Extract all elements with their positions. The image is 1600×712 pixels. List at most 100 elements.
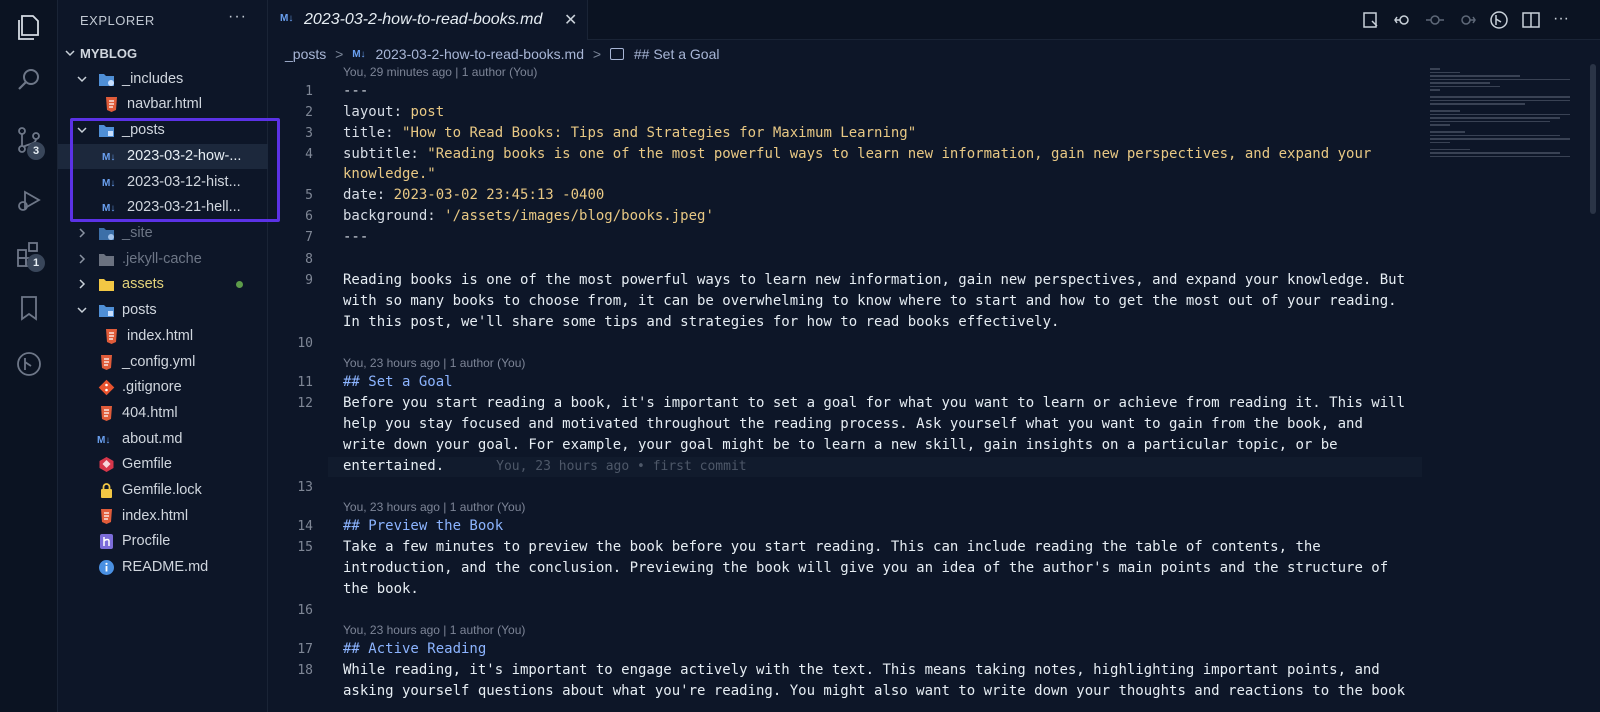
line-number: 2	[305, 105, 313, 120]
minimap-line	[1430, 89, 1440, 91]
open-changes-icon[interactable]	[1361, 10, 1381, 30]
chevron-down-icon	[77, 76, 87, 83]
tab-how-to-read-books[interactable]: M↓ 2023-03-2-how-to-read-books.md ✕	[268, 0, 588, 40]
chevron-right-icon	[79, 228, 86, 238]
breadcrumb-separator: >	[335, 46, 344, 63]
chevron-down-icon	[77, 307, 87, 314]
tree-folder-includes[interactable]: _includes	[58, 67, 268, 92]
git-lens-icon[interactable]	[1489, 10, 1509, 30]
tree-root-myblog[interactable]: MYBLOG	[58, 41, 268, 66]
info-icon	[99, 560, 114, 575]
bookmark-icon[interactable]	[13, 292, 45, 324]
minimap-line	[1430, 141, 1450, 143]
more-editor-actions-button[interactable]: ···	[1553, 10, 1573, 30]
minimap-line	[1430, 71, 1460, 73]
tree-file-post-how-to-read[interactable]: M↓ 2023-03-2-how-...	[58, 144, 268, 169]
lock-icon	[101, 483, 112, 498]
html-file-icon	[106, 97, 117, 112]
chevron-right-icon	[79, 279, 86, 289]
codelens-blame[interactable]: You, 23 hours ago | 1 author (You)	[343, 356, 525, 370]
git-file-icon	[98, 379, 115, 396]
line-number: 10	[297, 336, 313, 351]
tree-folder-site[interactable]: _site	[58, 221, 268, 246]
previous-change-icon[interactable]	[1393, 10, 1413, 30]
folder-open-icon	[99, 305, 114, 317]
code-line: date: 2023-03-02 23:45:13 -0400	[343, 187, 605, 203]
line-number: 16	[297, 603, 313, 618]
code-line: ---	[343, 83, 369, 99]
minimap-line	[1430, 82, 1490, 84]
code-line: layout: post	[343, 104, 445, 120]
code-line: Before you start reading a book, it's im…	[343, 395, 1406, 411]
tree-file-navbar[interactable]: navbar.html	[58, 92, 268, 117]
git-graph-icon[interactable]	[13, 348, 45, 380]
tree-folder-posts[interactable]: _posts	[58, 118, 268, 143]
tree-file-config[interactable]: _config.yml	[58, 350, 268, 375]
commit-icon[interactable]	[1425, 10, 1445, 30]
source-control-badge: 3	[27, 142, 45, 160]
tree-file-posts-index[interactable]: index.html	[58, 324, 268, 349]
explorer-icon[interactable]	[13, 10, 45, 42]
line-number: 5	[305, 188, 313, 203]
folder-icon	[99, 254, 114, 266]
code-line-wrap: knowledge."	[343, 166, 436, 182]
code-line: subtitle: "Reading books is one of the m…	[343, 146, 1372, 162]
tree-file-gemfile[interactable]: Gemfile	[58, 452, 268, 477]
code-editor[interactable]: You, 29 minutes ago | 1 author (You) 1 -…	[268, 64, 1428, 712]
code-line: ## Active Reading	[343, 641, 487, 657]
minimap-line	[1430, 152, 1560, 154]
code-line: While reading, it's important to engage …	[343, 662, 1380, 678]
tree-file-post-history[interactable]: M↓ 2023-03-12-hist...	[58, 170, 268, 195]
symbol-string-icon	[609, 48, 624, 61]
folder-icon	[99, 279, 114, 291]
line-number: 7	[305, 230, 313, 245]
folder-icon	[99, 228, 114, 240]
next-change-icon[interactable]	[1457, 10, 1477, 30]
html-file-icon	[101, 509, 112, 524]
line-number: 18	[297, 663, 313, 678]
vertical-scrollbar[interactable]	[1590, 64, 1596, 214]
codelens-blame[interactable]: You, 23 hours ago | 1 author (You)	[343, 623, 525, 637]
line-number: 17	[297, 642, 313, 657]
markdown-file-icon: M↓	[352, 48, 366, 60]
codelens-blame[interactable]: You, 29 minutes ago | 1 author (You)	[343, 65, 537, 79]
tree-folder-assets[interactable]: assets	[58, 272, 268, 297]
breadcrumb-folder[interactable]: _posts	[285, 46, 326, 62]
breadcrumb-symbol[interactable]: ## Set a Goal	[634, 46, 720, 62]
codelens-blame[interactable]: You, 23 hours ago | 1 author (You)	[343, 500, 525, 514]
more-actions-button[interactable]: ···	[228, 8, 247, 26]
tree-folder-jekyll-cache[interactable]: .jekyll-cache	[58, 247, 268, 272]
tree-file-procfile[interactable]: Procfile	[58, 529, 268, 554]
minimap-line	[1430, 124, 1450, 126]
tab-label: 2023-03-2-how-to-read-books.md	[304, 11, 543, 28]
markdown-file-icon: M↓	[97, 435, 111, 446]
code-line-wrap: asking yourself questions about what you…	[343, 683, 1406, 699]
close-icon[interactable]: ✕	[564, 10, 577, 30]
tree-file-gitignore[interactable]: .gitignore	[58, 375, 268, 400]
tree-file-index[interactable]: index.html	[58, 504, 268, 529]
line-number: 4	[305, 147, 313, 162]
extensions-badge: 1	[27, 254, 45, 272]
split-editor-icon[interactable]	[1521, 10, 1541, 30]
run-debug-icon[interactable]	[13, 184, 45, 216]
code-line-wrap: introduction, and the conclusion. Previe…	[343, 560, 1389, 576]
explorer-sidebar: EXPLORER ··· MYBLOG _includes navbar.htm…	[58, 0, 268, 712]
breadcrumb-file[interactable]: 2023-03-2-how-to-read-books.md	[375, 46, 584, 62]
folder-open-icon	[99, 125, 114, 137]
minimap-line	[1430, 68, 1440, 70]
tree-file-404[interactable]: 404.html	[58, 401, 268, 426]
minimap-line	[1430, 113, 1570, 115]
minimap[interactable]	[1428, 64, 1573, 712]
code-line: Reading books is one of the most powerfu…	[343, 272, 1406, 288]
tree-folder-posts-public[interactable]: posts	[58, 298, 268, 323]
tree-file-readme[interactable]: README.md	[58, 555, 268, 580]
minimap-line	[1430, 96, 1570, 98]
search-icon[interactable]	[13, 64, 45, 96]
code-line: background: '/assets/images/blog/books.j…	[343, 208, 714, 224]
code-line: title: "How to Read Books: Tips and Stra…	[343, 125, 917, 141]
tree-file-about[interactable]: M↓ about.md	[58, 427, 268, 452]
line-number: 3	[305, 126, 313, 141]
tree-file-post-hello[interactable]: M↓ 2023-03-21-hell...	[58, 195, 268, 220]
tree-file-gemfile-lock[interactable]: Gemfile.lock	[58, 478, 268, 503]
line-number: 8	[305, 252, 313, 267]
